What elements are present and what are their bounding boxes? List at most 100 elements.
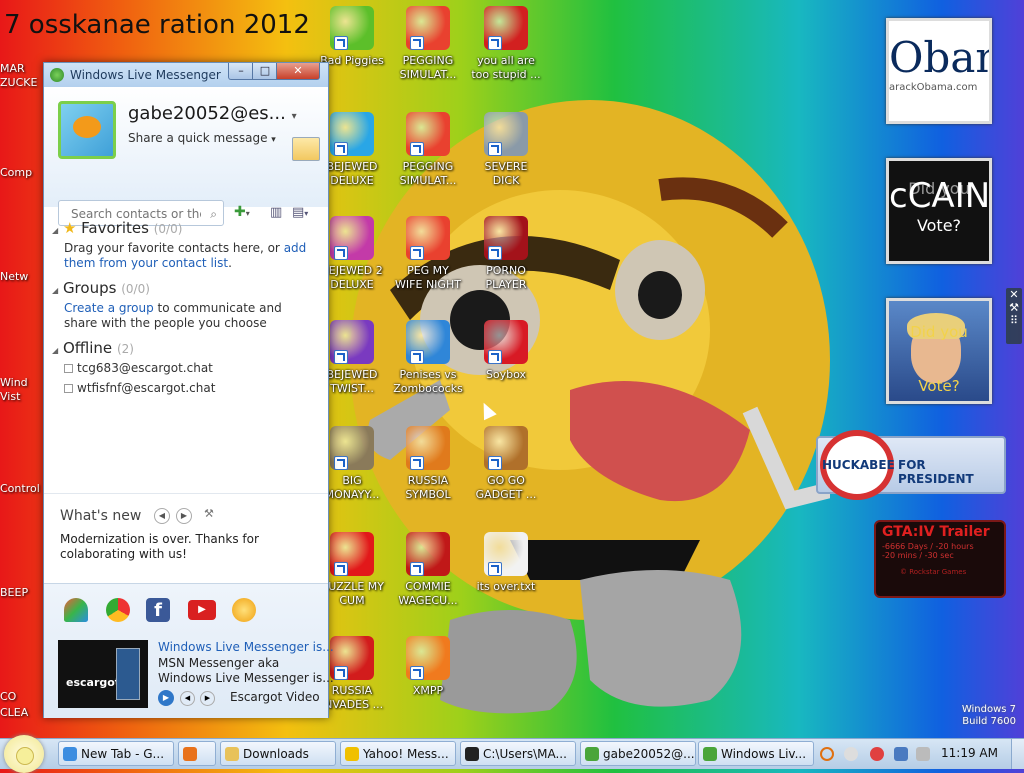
shortcut-arrow-icon	[410, 666, 424, 680]
desktop-icon[interactable]: COMMIE WAGECU...	[392, 532, 464, 608]
desktop-icon[interactable]: GO GO GADGET ...	[470, 426, 542, 502]
options-menu-icon[interactable]: ▤▾	[292, 205, 308, 220]
settings-wrench-icon[interactable]: ⚒	[204, 507, 214, 520]
chevron-down-icon[interactable]: ▾	[271, 135, 276, 145]
collapse-arrow-icon[interactable]: ◢	[52, 286, 58, 295]
play-button-icon[interactable]: ▶	[158, 690, 174, 706]
youtube-icon[interactable]: ▶	[188, 600, 216, 620]
desktop-icon[interactable]: Bad Piggies	[316, 6, 388, 68]
contact-item[interactable]: tcg683@escargot.chat	[64, 361, 213, 375]
contact-email: tcg683@escargot.chat	[77, 361, 213, 375]
gadget-sidebar-controls[interactable]: ✕ ⚒ ⠿	[1006, 288, 1022, 344]
close-icon[interactable]: ✕	[1006, 288, 1022, 301]
desktop-icon-label[interactable]: Control	[0, 482, 40, 495]
status-message[interactable]: Share a quick message ▾	[128, 131, 276, 145]
desktop-icon-label[interactable]: Comp	[0, 166, 32, 179]
desktop-icon[interactable]: its over.txt	[470, 532, 542, 594]
desktop-icon[interactable]: PORNO PLAYER	[470, 216, 542, 292]
obama-gadget[interactable]: Obama arackObama.com	[886, 18, 992, 124]
next-news-icon[interactable]: ▶	[200, 691, 215, 706]
desktop-icon-label[interactable]: CO	[0, 690, 16, 703]
next-arrow-icon[interactable]: ▶	[176, 508, 192, 524]
chevron-down-icon[interactable]: ▾	[292, 111, 297, 122]
hillary-gadget[interactable]: Did you Vote?	[886, 298, 992, 404]
puzzle-icon	[406, 426, 450, 470]
taskbar-button[interactable]: New Tab - G...	[58, 741, 174, 766]
facebook-icon[interactable]: f	[146, 598, 170, 622]
prev-news-icon[interactable]: ◀	[180, 691, 195, 706]
taskbar-button[interactable]: Yahoo! Mess...	[340, 741, 456, 766]
taskbar-button[interactable]: Windows Liv...	[698, 741, 814, 766]
smiley-tray-icon[interactable]	[844, 747, 858, 761]
contact-item[interactable]: wtfisfnf@escargot.chat	[64, 381, 215, 395]
smiley-start-icon	[16, 747, 34, 765]
grip-icon[interactable]: ⠿	[1006, 314, 1022, 327]
desktop-icon[interactable]: Penises vs Zombococks	[392, 320, 464, 396]
show-desktop-button[interactable]	[1011, 739, 1024, 769]
desktop-icon[interactable]: PEGGING SIMULAT...	[392, 6, 464, 82]
clock[interactable]: 11:19 AM	[941, 746, 998, 760]
shortcut-arrow-icon	[334, 350, 348, 364]
groups-header[interactable]: ◢ Groups (0/0)	[52, 279, 150, 297]
desktop-icon-label[interactable]: Vist	[0, 390, 20, 403]
desktop-icon-label[interactable]: Wind	[0, 376, 28, 389]
desktop-icon-label[interactable]: BEEP	[0, 586, 28, 599]
search-icon[interactable]: ⌕	[210, 201, 217, 227]
gta-gadget[interactable]: GTA:IV Trailer -6666 Days / -20 hours -2…	[874, 520, 1006, 598]
prev-arrow-icon[interactable]: ◀	[154, 508, 170, 524]
desktop-icon-label[interactable]: CLEA	[0, 706, 28, 719]
maximize-button[interactable]: □	[252, 63, 278, 80]
yahoo-icon	[345, 747, 359, 761]
minimize-button[interactable]: –	[228, 63, 254, 80]
no-network-tray-icon[interactable]	[870, 747, 884, 761]
taskbar-button[interactable]: Downloads	[220, 741, 336, 766]
collapse-arrow-icon[interactable]: ◢	[52, 226, 58, 235]
desktop-icon[interactable]: Soybox	[470, 320, 542, 382]
taskbar-button[interactable]: C:\Users\MA...	[460, 741, 576, 766]
change-layout-icon[interactable]: ▥	[270, 205, 282, 220]
desktop-icon-label[interactable]: ZUCKE	[0, 76, 37, 89]
wrench-icon[interactable]: ⚒	[1006, 301, 1022, 314]
avatar[interactable]	[58, 101, 116, 159]
collapse-arrow-icon[interactable]: ◢	[52, 346, 58, 355]
desktop-icon-label: PORNO PLAYER	[485, 264, 527, 291]
messenger-window[interactable]: Windows Live Messenger – □ ✕ gabe20052@e…	[43, 62, 334, 718]
desktop-icon[interactable]: XMPP	[392, 636, 464, 698]
search-tray-icon[interactable]	[820, 747, 834, 761]
desktop-icon[interactable]: PEG MY WIFE NIGHT	[392, 216, 464, 292]
chrome-icon	[63, 747, 77, 761]
cmd-icon	[465, 747, 479, 761]
favorites-header[interactable]: ◢ ★ Favorites (0/0)	[52, 219, 182, 237]
text-file-icon	[484, 532, 528, 576]
obama-gadget-url: arackObama.com	[889, 82, 978, 93]
desktop-icon[interactable]: PEGGING SIMULAT...	[392, 112, 464, 188]
add-contact-icon[interactable]: ✚▾	[234, 204, 250, 220]
username-label[interactable]: gabe20052@es... ▾	[128, 103, 297, 124]
start-button[interactable]	[4, 735, 44, 773]
gta-title: GTA:IV Trailer	[882, 524, 990, 540]
huckabee-gadget[interactable]: HUCKABEE FOR PRESIDENT	[816, 430, 1006, 500]
offline-header[interactable]: ◢ Offline (2)	[52, 339, 134, 357]
taskbar-button[interactable]: gabe20052@...	[580, 741, 696, 766]
desktop-icon-label: PEGGING SIMULAT...	[399, 54, 457, 81]
desktop-icon-label[interactable]: Netw	[0, 270, 28, 283]
news-thumbnail[interactable]: escargot	[58, 640, 148, 708]
hillary-gadget-top: Did you	[910, 323, 968, 341]
desktop-icon[interactable]: RUSSIA SYMBOL	[392, 426, 464, 502]
star-icon: ★	[62, 219, 77, 237]
sun-weather-icon[interactable]	[232, 598, 256, 622]
close-button[interactable]: ✕	[276, 63, 320, 80]
desktop-icon[interactable]: you all are too stupid ...	[470, 6, 542, 82]
messenger-titlebar[interactable]: Windows Live Messenger – □ ✕	[44, 63, 328, 87]
taskbar-button[interactable]	[178, 741, 216, 766]
mccain-gadget[interactable]: Did you cCAIN Vote?	[886, 158, 992, 264]
news-headline-link[interactable]: Windows Live Messenger is...	[158, 640, 334, 654]
flag-tray-icon[interactable]	[894, 747, 908, 761]
volume-tray-icon[interactable]	[916, 747, 930, 761]
create-group-link[interactable]: Create a group	[64, 301, 154, 315]
msn-butterfly-icon[interactable]	[64, 598, 88, 622]
desktop-icon-label[interactable]: MAR	[0, 62, 25, 75]
photo-frame-icon[interactable]	[292, 137, 320, 161]
desktop-icon[interactable]: SEVERE DICK	[470, 112, 542, 188]
chrome-app-icon[interactable]	[106, 598, 130, 622]
